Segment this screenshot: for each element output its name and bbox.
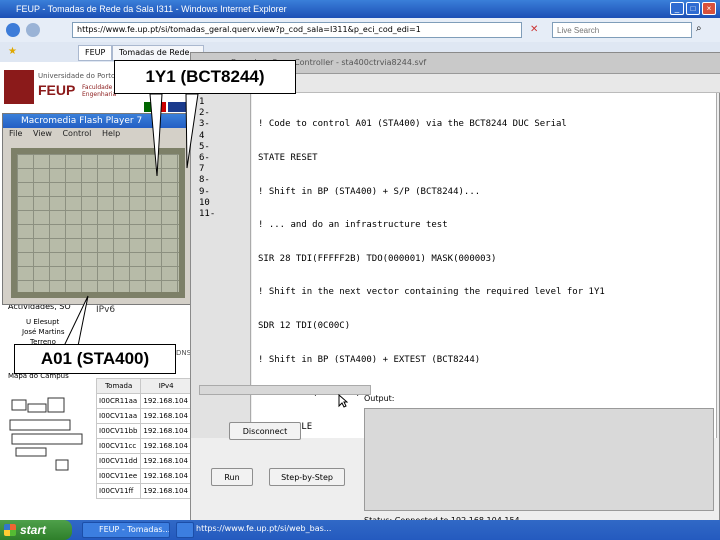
table-row: I00CR11aa 192.168.104 (95, 393, 192, 409)
table-cell: 192.168.104 (140, 468, 192, 484)
line-number: 9- (199, 186, 210, 197)
table-cell[interactable]: I00CV11ee (95, 468, 142, 484)
menu-help[interactable]: Help (94, 129, 120, 138)
table-row: I00CV11ff 192.168.104 (95, 483, 192, 499)
browser-status-url: https://www.fe.up.pt/si/web_bas... (196, 524, 332, 533)
step-by-step-button[interactable]: Step-by-Step (269, 468, 345, 486)
table-cell[interactable]: I00CV11cc (95, 438, 142, 454)
person-link-2[interactable]: José Martins (22, 328, 65, 336)
back-icon[interactable] (6, 23, 20, 37)
table-header-ipv4: IPv4 (140, 378, 192, 394)
table-cell[interactable]: I00CV11dd (95, 453, 142, 469)
menu-file[interactable]: File (3, 129, 22, 138)
menu-control[interactable]: Control (54, 129, 91, 138)
output-panel (364, 408, 714, 511)
stop-icon[interactable]: ✕ (530, 24, 538, 35)
table-cell[interactable]: I00CV11ff (95, 483, 142, 499)
flag-uk-icon[interactable] (168, 102, 190, 112)
minimize-icon[interactable]: _ (670, 2, 684, 15)
code-line: ! Shift in BP (STA400) + EXTEST (BCT8244… (258, 354, 481, 365)
table-cell[interactable]: I00CV11aa (95, 408, 142, 424)
university-name: Universidade do Porto (38, 72, 116, 80)
address-toolbar: https://www.fe.up.pt/si/tomadas_geral.qu… (0, 18, 720, 43)
tomadas-table: Tomada IPv4 I00CR11aa 192.168.104 I00CV11… (95, 378, 192, 499)
output-label: Output: (364, 394, 395, 403)
code-line: SDR 12 TDI(0C00C) (258, 321, 351, 332)
windows-logo-icon (4, 524, 16, 536)
ipv6-label: IPv6 (96, 305, 116, 315)
mouse-cursor-icon (338, 394, 348, 408)
line-number: 1 (199, 97, 205, 107)
disconnect-button[interactable]: Disconnect (229, 422, 301, 440)
taskbar-item-java[interactable]: Boundary Scan... (176, 522, 194, 538)
faculty-name: FEUP (38, 82, 76, 98)
line-number: 5- (199, 141, 210, 152)
run-button[interactable]: Run (211, 468, 253, 486)
table-cell: 192.168.104 (140, 423, 192, 439)
search-icon[interactable]: ⌕ (696, 23, 702, 34)
line-number: 6- (199, 153, 210, 164)
address-input[interactable]: https://www.fe.up.pt/si/tomadas_geral.qu… (72, 22, 522, 38)
forward-icon[interactable] (26, 23, 40, 37)
table-row: I00CV11bb 192.168.104 (95, 423, 192, 439)
flash-menu-bar: File View Control Help (3, 128, 191, 140)
favorites-icon[interactable]: ★ (8, 46, 17, 57)
line-number: 8- (199, 175, 210, 186)
person-link-1[interactable]: U Elesupt (26, 318, 59, 326)
line-number: 7 (199, 164, 205, 175)
search-input[interactable] (552, 22, 692, 38)
table-cell: 192.168.104 (140, 453, 192, 469)
table-cell: 192.168.104 (140, 408, 192, 424)
table-row: I00CV11dd 192.168.104 (95, 453, 192, 469)
code-line: ! Code to control A01 (STA400) via the B… (258, 119, 567, 130)
browser-title-bar: FEUP - Tomadas de Rede da Sala I311 - Wi… (0, 0, 720, 18)
flash-title-bar: Macromedia Flash Player 7 (3, 114, 191, 128)
line-number: 11- (199, 209, 216, 220)
oscilloscope-view (11, 148, 185, 298)
callout-a01: A01 (STA400) (14, 344, 176, 374)
maximize-icon[interactable]: □ (686, 2, 700, 15)
table-cell: 192.168.104 (140, 438, 192, 454)
code-line: ! ... and do an infrastructure test (258, 220, 448, 231)
university-logo (4, 70, 34, 104)
taskbar-item-ie[interactable]: FEUP - Tomadas... (82, 522, 170, 538)
line-number: 10 (199, 197, 210, 208)
code-line: STATE RESET (258, 153, 318, 164)
flash-title: Macromedia Flash Player 7 (21, 116, 143, 126)
code-line: ! Shift in BP (STA400) + S/P (BCT8244)..… (258, 186, 481, 197)
line-number: 3- (199, 119, 210, 130)
floor-plan (9, 397, 83, 471)
callout-1y1: 1Y1 (BCT8244) (114, 60, 296, 94)
code-line: ! Shift in the next vector containing th… (258, 287, 605, 298)
line-number: 2- (199, 108, 210, 119)
table-cell: 192.168.104 (140, 483, 192, 499)
code-line: SIR 28 TDI(FFFFF2B) TDO(000001) MASK(000… (258, 253, 497, 264)
table-cell: 192.168.104 (140, 393, 192, 409)
tab-feup[interactable]: FEUP (78, 45, 113, 61)
menu-view[interactable]: View (25, 129, 52, 138)
table-cell[interactable]: I00CR11aa (95, 393, 142, 409)
dns-label: DNS (176, 349, 192, 357)
flag-pt-icon[interactable] (144, 102, 166, 112)
table-row: I00CV11cc 192.168.104 (95, 438, 192, 454)
table-row: I00CV11ee 192.168.104 (95, 468, 192, 484)
table-row: I00CV11aa 192.168.104 (95, 408, 192, 424)
close-icon[interactable]: × (702, 2, 716, 15)
flash-player-window: Macromedia Flash Player 7 File View Cont… (2, 113, 192, 305)
browser-title: FEUP - Tomadas de Rede da Sala I311 - Wi… (16, 4, 287, 14)
line-number: 4 (199, 130, 205, 141)
table-header-tomada: Tomada (95, 378, 142, 394)
table-cell[interactable]: I00CV11bb (95, 423, 142, 439)
